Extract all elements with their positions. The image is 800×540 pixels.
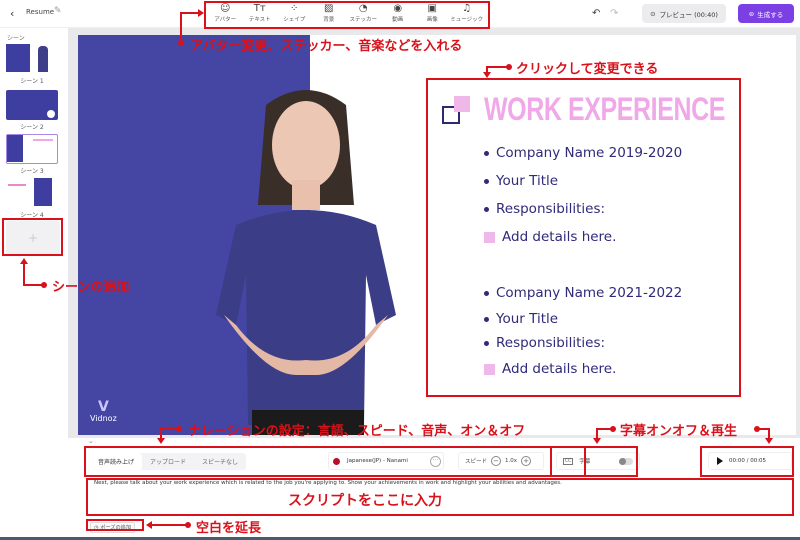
annotation-box-player [700,446,794,477]
annotation-dot [41,282,47,288]
annotation-toolbar-text: アバター変更、ステッカー、音楽などを入れる [190,39,463,54]
annotation-line [23,284,43,286]
scene-heading: シーン [7,35,25,42]
scene-label: シーン 3 [20,168,44,175]
thumb-avatar [38,46,48,72]
annotation-arrow [765,438,773,444]
annotation-line [23,263,25,285]
generate-label: 生成する [757,10,784,19]
annotation-subtitle-text: 字幕オンオフ＆再生 [620,424,738,439]
annotation-dot [185,522,191,528]
annotation-line [180,12,200,14]
annotation-line [152,524,186,526]
thumb-bg [34,178,52,206]
thumb-bg [7,135,23,162]
watermark-text: Vidnoz [90,414,117,423]
edit-pencil-icon[interactable]: ✎ [54,6,62,16]
scene-label: シーン 1 [20,78,44,85]
annotation-box-narration [84,446,586,477]
annotation-line [180,12,182,40]
vidnoz-watermark: V Vidnoz [90,400,117,423]
preview-label: プレビュー (00:40) [659,10,718,19]
annotation-arrow [157,438,165,444]
avatar-presenter[interactable] [196,75,416,435]
annotation-box-add-scene [2,218,63,256]
scene-thumb-4[interactable] [6,178,58,208]
play-circle-icon: ⊙ [650,9,656,18]
annotation-pause-text: 空白を延長 [196,521,262,536]
annotation-box-subtitle [550,446,638,477]
annotation-slide-text: クリックして変更できる [516,62,659,77]
annotation-narration-text: ナレーションの設定：言語、スピード、音声、オン＆オフ [188,424,526,439]
project-title[interactable]: Resume [26,8,54,16]
scene-thumb-2[interactable] [6,90,58,120]
scene-label: シーン 2 [20,124,44,131]
undo-icon[interactable]: ↶ [592,8,600,19]
annotation-dot [176,426,182,432]
annotation-box-toolbar [204,1,490,29]
annotation-add-scene-text: シーンの追加 [52,280,130,295]
scene-thumb-1[interactable] [6,44,58,74]
annotation-arrow [198,9,204,17]
thumb-title [33,139,53,141]
redo-icon[interactable]: ↷ [610,8,618,19]
annotation-dot [506,64,512,70]
annotation-script-text: スクリプトをここに入力 [288,493,442,509]
thumb-title [8,184,26,186]
back-arrow-icon[interactable]: ‹ [10,7,14,20]
annotation-dot [610,426,616,432]
annotation-arrow [593,438,601,444]
editor-root: ‹ Resume ✎ ☺ アバター Tт テキスト ⁘ シェイプ ▨ 背景 ◔ ステッカー… [0,0,800,540]
annotation-box-pause [86,519,144,531]
annotation-arrow [483,72,491,78]
scene-thumb-3[interactable] [6,134,58,164]
generate-icon: ⊜ [748,9,755,18]
annotation-box-slide [426,78,741,397]
preview-button[interactable]: ⊙ プレビュー (00:40) [642,4,726,23]
thumb-bg [6,44,30,72]
annotation-dot [178,40,184,46]
collapse-chevron-icon[interactable]: ⌄ [88,437,94,445]
vidnoz-logo-icon: V [97,399,109,415]
annotation-line [486,66,508,68]
generate-button[interactable]: ⊜ 生成する [738,4,794,23]
thumb-avatar [47,110,55,118]
